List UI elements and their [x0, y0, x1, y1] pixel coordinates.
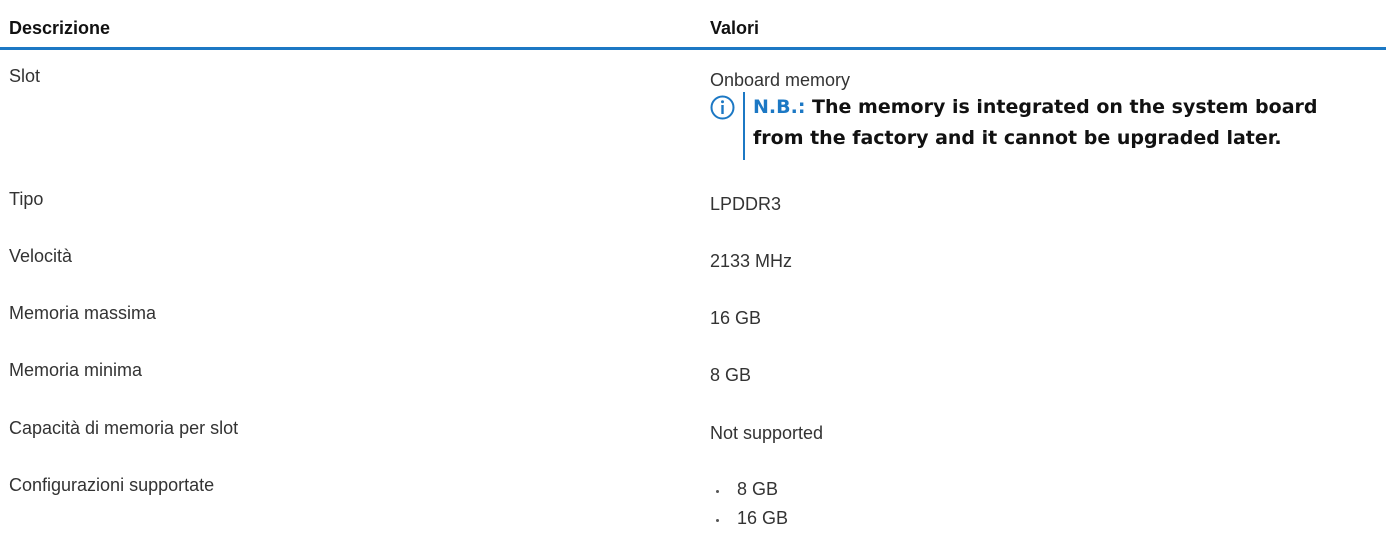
bullet-icon: [716, 490, 719, 493]
note-text: N.B.: The memory is integrated on the sy…: [753, 92, 1353, 154]
row-label-tipo: Tipo: [9, 189, 44, 209]
row-label-memoria-massima: Memoria massima: [9, 303, 157, 323]
row-value-slot: Onboard memory: [710, 70, 851, 90]
note-body: The memory is integrated on the system b…: [753, 96, 1318, 149]
header-description: Descrizione: [9, 18, 111, 38]
row-label-memoria-minima: Memoria minima: [9, 360, 143, 380]
row-label-slot: Slot: [9, 66, 41, 86]
memory-spec-table: Descrizione Valori Slot Onboard memory N…: [0, 14, 1386, 528]
list-item-text: 16 GB: [737, 508, 789, 528]
row-value-velocita: 2133 MHz: [710, 251, 793, 271]
header-values: Valori: [710, 18, 760, 38]
row-label-velocita: Velocità: [9, 246, 73, 266]
row-label-capacita-slot: Capacità di memoria per slot: [9, 418, 239, 438]
row-value-memoria-massima: 16 GB: [710, 308, 762, 328]
row-value-tipo: LPDDR3: [710, 194, 782, 214]
info-icon: [710, 95, 735, 120]
row-label-configurazioni: Configurazioni supportate: [9, 475, 215, 495]
bullet-icon: [716, 519, 719, 522]
list-item-text: 8 GB: [737, 479, 779, 499]
table-header: Descrizione Valori: [0, 14, 1386, 50]
note-divider: [743, 92, 745, 160]
row-value-memoria-minima: 8 GB: [710, 365, 752, 385]
note-label: N.B.:: [753, 96, 806, 118]
row-value-capacita-slot: Not supported: [710, 423, 824, 443]
note-callout: N.B.: The memory is integrated on the sy…: [710, 92, 1350, 160]
